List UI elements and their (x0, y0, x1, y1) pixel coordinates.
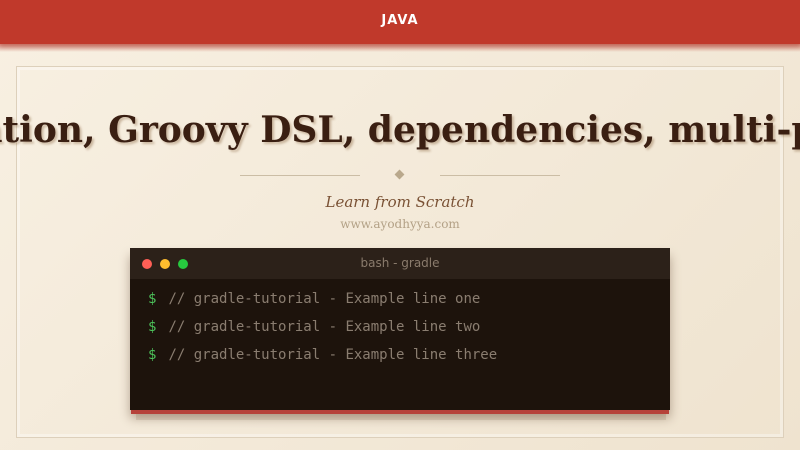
terminal-line-text: // gradle-tutorial - Example line two (168, 319, 481, 335)
terminal-line: $ // gradle-tutorial - Example line three (148, 345, 497, 365)
prompt-symbol: $ (148, 319, 157, 335)
prompt-symbol: $ (148, 291, 157, 307)
subtitle: Learn from Scratch (325, 193, 475, 211)
top-banner-shadow (0, 44, 800, 52)
headline-container: Build automation, Groovy DSL, dependenci… (0, 100, 800, 160)
terminal-title: bash - gradle (360, 256, 440, 270)
site-url: www.ayodhyya.com (340, 217, 460, 231)
terminal-line: $ // gradle-tutorial - Example line one (148, 289, 480, 309)
category-label: JAVA (381, 13, 419, 28)
divider-right (440, 175, 560, 176)
terminal-line: $ // gradle-tutorial - Example line two (148, 317, 480, 337)
terminal-line-text: // gradle-tutorial - Example line three (168, 347, 498, 363)
terminal-shadow (136, 412, 666, 420)
terminal-window: bash - gradle $ // gradle-tutorial - Exam… (130, 248, 670, 410)
terminal-titlebar: bash - gradle (130, 248, 670, 279)
prompt-symbol: $ (148, 347, 157, 363)
terminal-line-text: // gradle-tutorial - Example line one (168, 291, 481, 307)
page-headline: Build automation, Groovy DSL, dependenci… (0, 109, 800, 151)
divider-left (240, 175, 360, 176)
